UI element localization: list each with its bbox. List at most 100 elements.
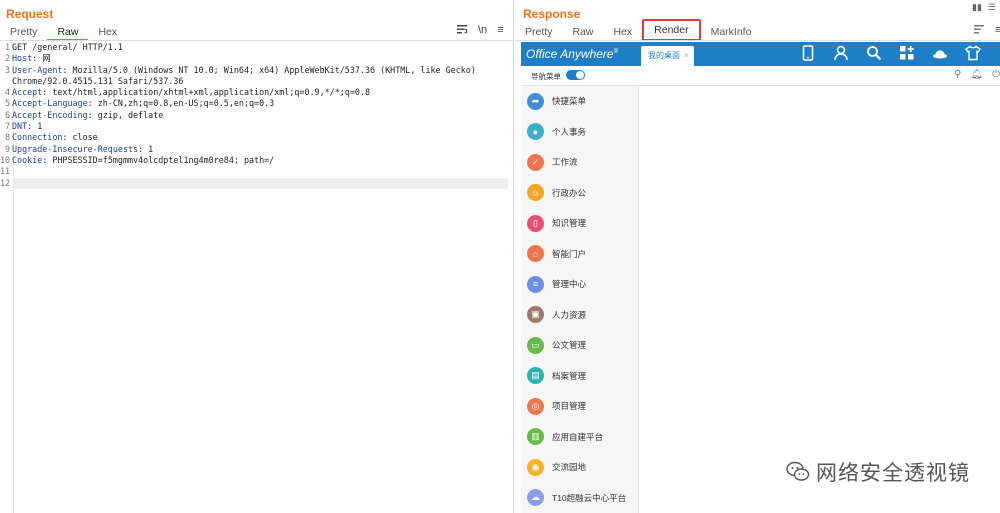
header-value: : close bbox=[62, 132, 98, 143]
code-line: 3 User-Agent: Mozilla/5.0 (Windows NT 10.… bbox=[0, 65, 514, 76]
divider bbox=[0, 40, 513, 41]
user-icon[interactable] bbox=[832, 45, 850, 63]
sub-icons: ⚲ 🔔︎ ⏻ bbox=[954, 69, 1000, 80]
watermark-text: 网络安全透视镜 bbox=[816, 462, 970, 485]
header-key: Accept-Language bbox=[12, 98, 88, 109]
apps-icon[interactable] bbox=[898, 45, 916, 63]
line-number: 4 bbox=[4, 87, 10, 98]
oa-subbar: 导航菜单 ⚲ 🔔︎ ⏻ bbox=[521, 66, 1000, 86]
header-value: : gzip, deflate bbox=[87, 109, 164, 120]
request-editor[interactable]: 1 GET /general/ HTTP/1.1 2 Host: 网 3 User-Age… bbox=[0, 42, 514, 189]
workflow-icon: ✓ bbox=[527, 153, 544, 171]
search-icon[interactable] bbox=[865, 45, 883, 63]
line-content: Accept: text/html,application/xhtml+xml,… bbox=[12, 87, 370, 98]
sidebar-item[interactable]: ◎ 项目管理 bbox=[521, 391, 639, 421]
sidebar-item-label: 工作流 bbox=[552, 157, 578, 167]
power-icon[interactable]: ⏻ bbox=[992, 69, 1000, 80]
wrap-icon[interactable] bbox=[456, 24, 468, 37]
header-value: GET /general/ HTTP/1.1 bbox=[12, 42, 123, 52]
sidebar-item[interactable]: ☁ T10超融云中心平台 bbox=[521, 483, 639, 513]
request-tools: \n ≡ bbox=[456, 24, 504, 37]
phone-icon[interactable] bbox=[799, 45, 817, 63]
request-pane: Request Pretty Raw Hex \n ≡ 1 GET /genera… bbox=[0, 0, 514, 513]
sidebar-item-label: 个人事务 bbox=[552, 126, 587, 137]
document-icon: ▭ bbox=[527, 336, 544, 354]
header-key: DNT bbox=[12, 121, 28, 132]
request-tab-hex[interactable]: Hex bbox=[88, 25, 127, 41]
sidebar-item-label: 智能门户 bbox=[552, 248, 587, 259]
response-tab-pretty[interactable]: Pretty bbox=[515, 25, 562, 41]
code-line: 2 Host: 网 bbox=[0, 53, 514, 64]
code-line: 4 Accept: text/html,application/xhtml+xml… bbox=[0, 87, 514, 98]
sidebar-item-label: 行政办公 bbox=[552, 187, 587, 198]
line-number: 2 bbox=[4, 53, 10, 64]
response-tabs: Pretty Raw Hex Render MarkInfo bbox=[515, 19, 762, 41]
oa-header: Office Anywhere® 我的桌面 × bbox=[521, 42, 1000, 66]
project-icon: ◎ bbox=[527, 397, 544, 415]
line-number: 12 bbox=[0, 177, 11, 188]
shirt-icon[interactable] bbox=[964, 45, 982, 63]
header-value: Chrome/92.0.4515.131 Safari/537.36 bbox=[12, 75, 184, 86]
menu-icon[interactable]: ≡ bbox=[497, 24, 503, 37]
line-content: Host: 网 bbox=[12, 53, 51, 64]
line-number: 7 bbox=[4, 121, 10, 132]
header-key: Cookie bbox=[12, 154, 43, 165]
sidebar-item-label: 快捷菜单 bbox=[552, 96, 587, 106]
newline-toggle[interactable]: \n bbox=[478, 24, 487, 37]
line-content: Accept-Encoding: gzip, deflate bbox=[12, 110, 163, 121]
line-content: Connection: close bbox=[12, 132, 98, 143]
bell-icon[interactable]: 🔔︎ bbox=[970, 69, 983, 80]
header-value: : 1 bbox=[27, 121, 43, 132]
sidebar-item[interactable]: ≡ 管理中心 bbox=[521, 269, 639, 299]
line-number: 1 bbox=[4, 42, 10, 52]
oa-content bbox=[639, 86, 1000, 513]
response-tab-render[interactable]: Render bbox=[642, 19, 701, 41]
sidebar-item-label: 人力资源 bbox=[552, 309, 587, 320]
sidebar-item[interactable]: ✓ 工作流 bbox=[521, 147, 639, 177]
sidebar-item[interactable]: ▤ 档案管理 bbox=[521, 361, 639, 391]
sidebar-item[interactable]: ● 个人事务 bbox=[521, 117, 639, 147]
divider bbox=[515, 40, 1000, 41]
sidebar-item[interactable]: ◉ 交流园地 bbox=[521, 452, 639, 482]
header-key: Accept-Encoding bbox=[12, 109, 88, 120]
wechat-icon bbox=[786, 461, 810, 481]
code-line: Chrome/92.0.4515.131 Safari/537.36 bbox=[0, 76, 514, 87]
line-number: 6 bbox=[4, 109, 10, 120]
response-title: Response bbox=[523, 7, 581, 21]
app-title: Office Anywhere® bbox=[526, 47, 619, 61]
line-content: User-Agent: Mozilla/5.0 (Windows NT 10.0… bbox=[12, 65, 476, 76]
menu-icon[interactable]: ≡ bbox=[995, 24, 1000, 37]
response-tab-hex[interactable]: Hex bbox=[603, 25, 642, 41]
header-key: Host bbox=[12, 53, 33, 64]
header-key: Upgrade-Insecure-Requests bbox=[12, 143, 139, 154]
nav-menu-toggle[interactable] bbox=[566, 70, 585, 80]
response-tab-raw[interactable]: Raw bbox=[562, 25, 603, 41]
desktop-tab[interactable]: 我的桌面 × bbox=[641, 46, 694, 66]
sidebar-item[interactable]: ⌂ 智能门户 bbox=[521, 239, 639, 269]
sidebar-item[interactable]: ▣ 人力资源 bbox=[521, 300, 639, 330]
line-content: Upgrade-Insecure-Requests: 1 bbox=[12, 144, 153, 155]
wrap-icon[interactable] bbox=[973, 24, 985, 37]
close-icon[interactable]: × bbox=[684, 51, 689, 60]
burp-editor: Request Pretty Raw Hex \n ≡ 1 GET /genera… bbox=[0, 0, 1000, 513]
hat-icon[interactable] bbox=[931, 45, 949, 63]
request-tab-pretty[interactable]: Pretty bbox=[0, 25, 47, 41]
sidebar-item[interactable]: ☺ 行政办公 bbox=[521, 178, 639, 208]
request-tab-raw[interactable]: Raw bbox=[47, 25, 89, 41]
response-tab-markinfo[interactable]: MarkInfo bbox=[701, 25, 762, 41]
sidebar-item-label: 交流园地 bbox=[552, 462, 587, 472]
layout-icons: ▮▮ ☰ bbox=[972, 2, 996, 13]
sidebar-item[interactable]: ▥ 应用自建平台 bbox=[521, 422, 639, 452]
code-line: 5 Accept-Language: zh-CN,zh;q=0.8,en-US;q… bbox=[0, 98, 514, 109]
user-search-icon[interactable]: ⚲ bbox=[954, 69, 961, 80]
header-key: Connection bbox=[12, 132, 63, 143]
nav-menu-label: 导航菜单 bbox=[531, 72, 561, 81]
header-value: : 1 bbox=[138, 143, 154, 154]
quick-menu-icon: ➦ bbox=[527, 92, 544, 110]
sidebar-item[interactable]: ➦ 快捷菜单 bbox=[521, 86, 639, 116]
stack-layout-icon[interactable]: ☰ bbox=[988, 2, 996, 13]
sidebar-item[interactable]: ▯ 知识管理 bbox=[521, 208, 639, 238]
split-layout-icon[interactable]: ▮▮ bbox=[972, 2, 982, 13]
sidebar-item-label: 档案管理 bbox=[552, 370, 587, 381]
sidebar-item[interactable]: ▭ 公文管理 bbox=[521, 330, 639, 360]
